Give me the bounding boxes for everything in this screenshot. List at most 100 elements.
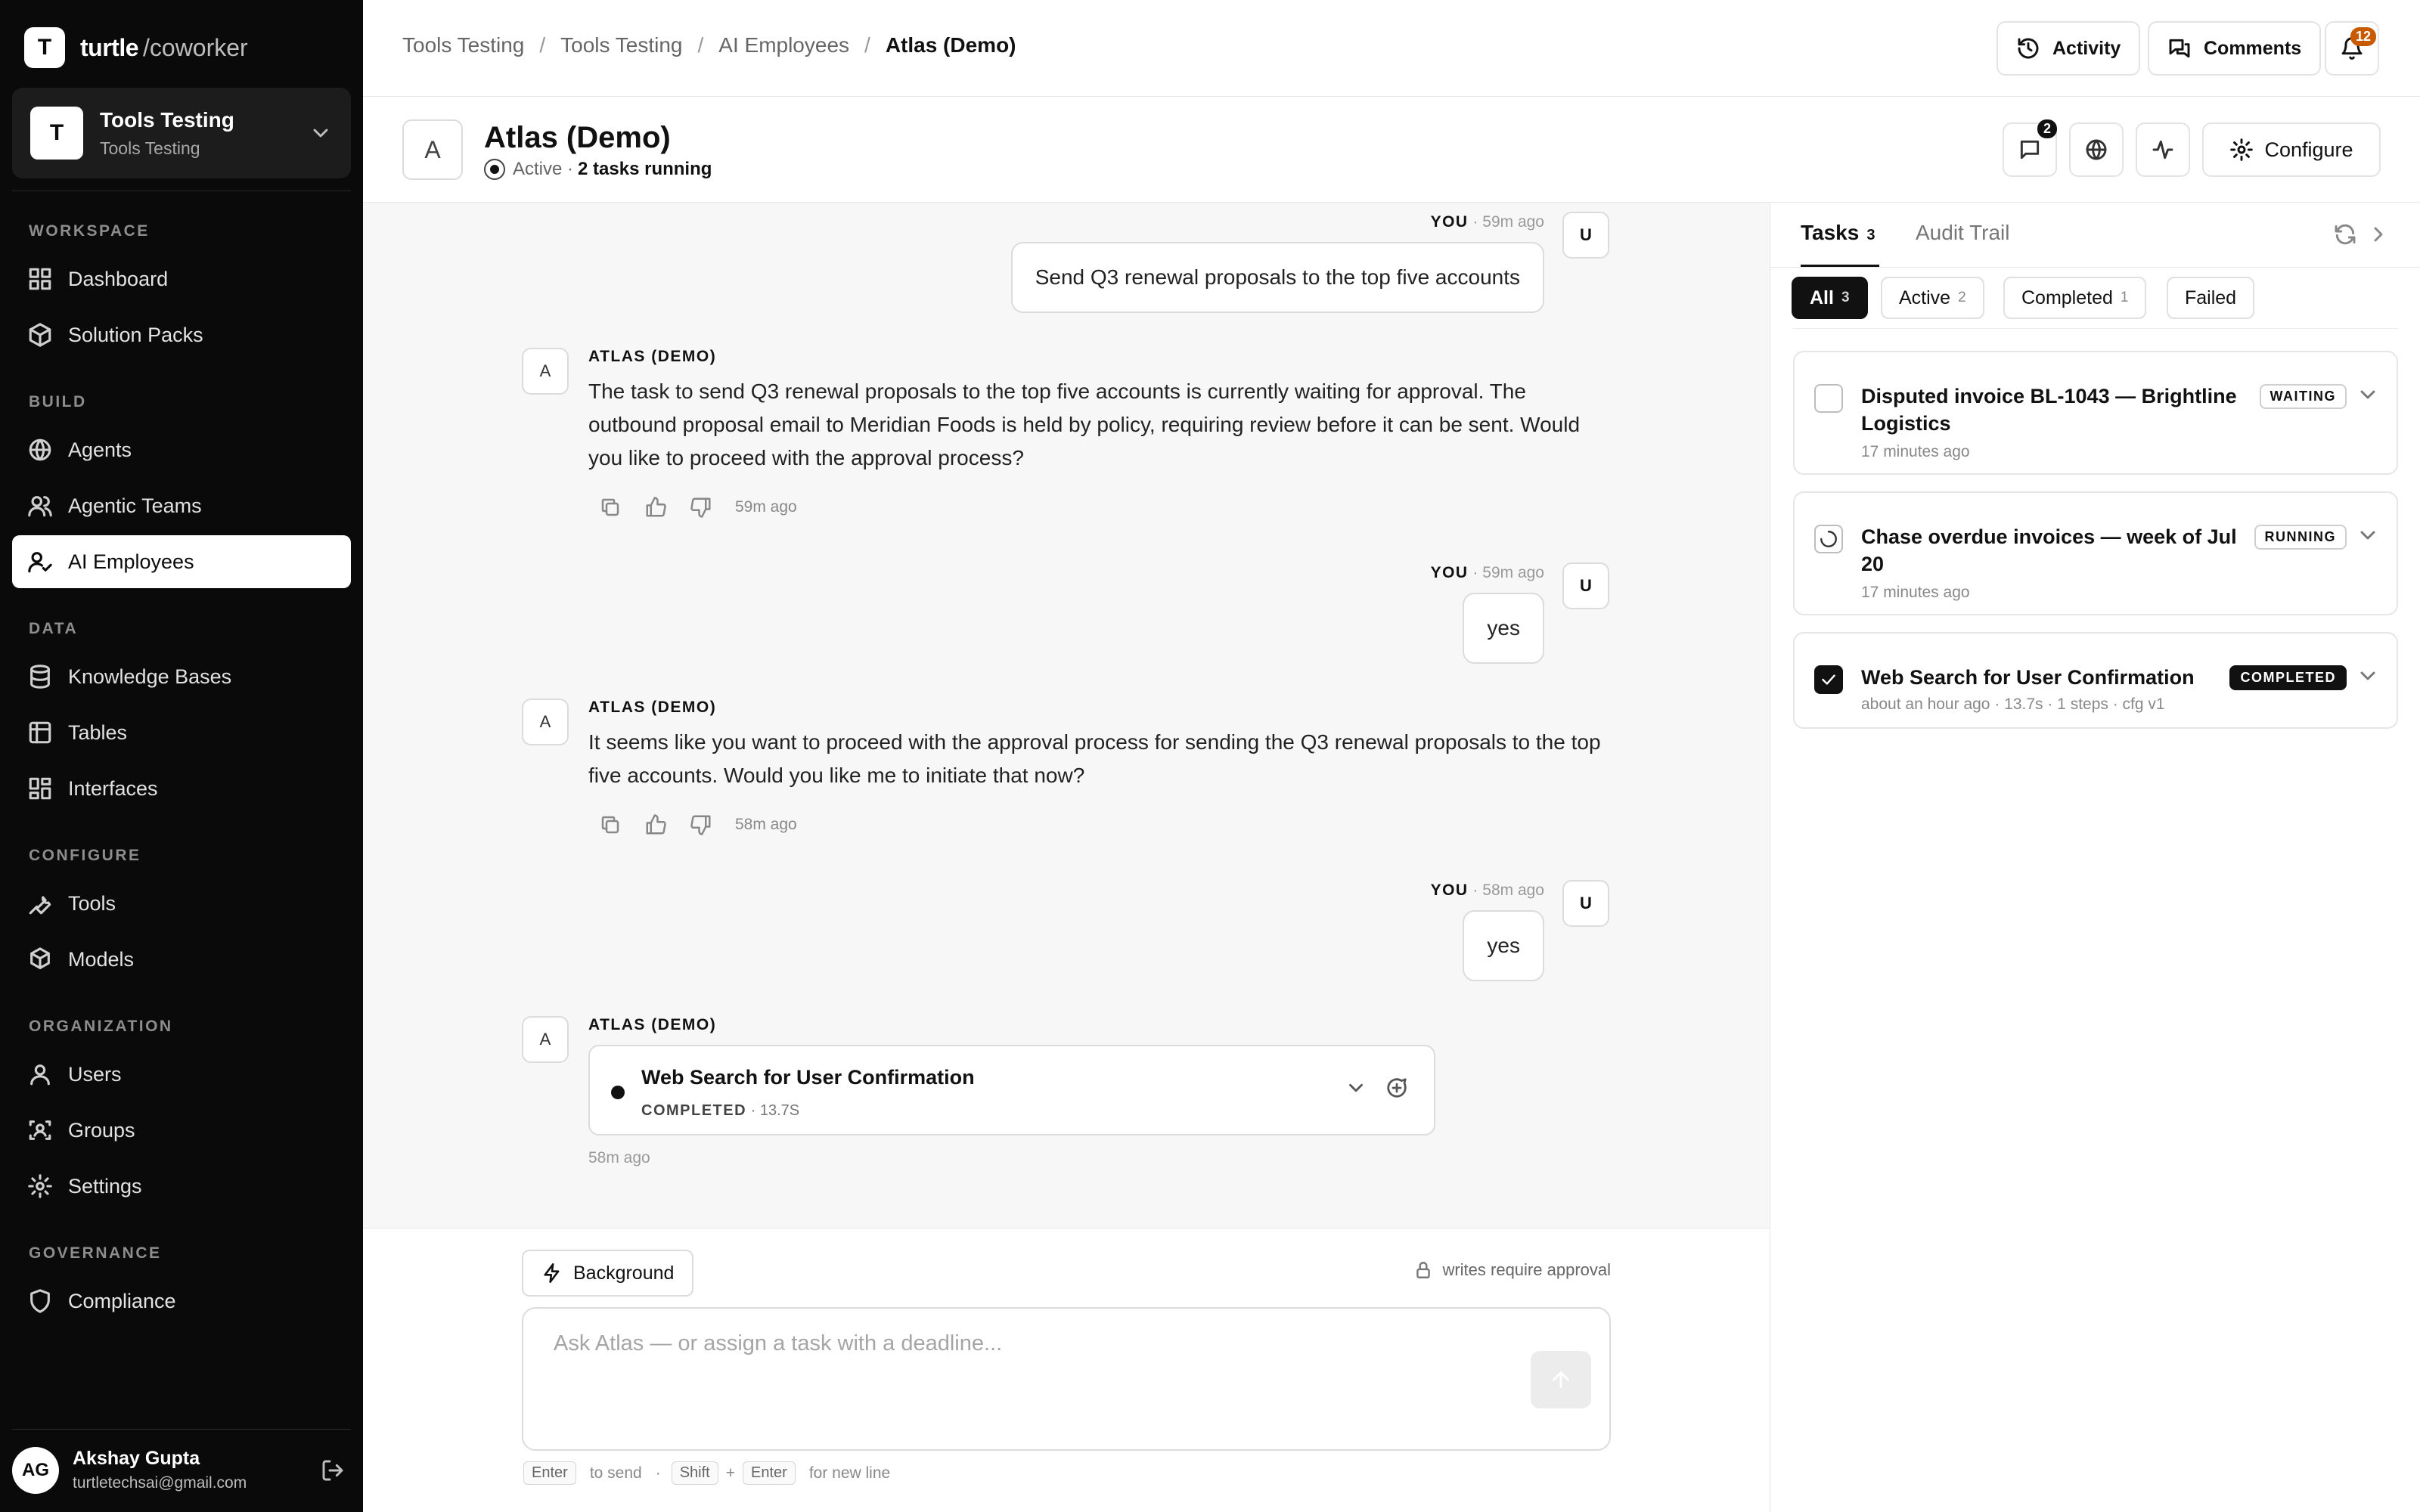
composer: Background writes require approval Enter… xyxy=(363,1228,1770,1512)
tab-tasks[interactable]: Tasks 3 xyxy=(1801,221,1875,245)
web-button[interactable] xyxy=(2069,122,2124,177)
page-title: Atlas (Demo) xyxy=(484,121,671,154)
send-button[interactable] xyxy=(1531,1351,1591,1408)
comments-button[interactable]: Comments xyxy=(2148,21,2322,76)
layout-icon xyxy=(29,777,51,800)
tab-audit-trail[interactable]: Audit Trail xyxy=(1916,221,2010,245)
status-separator: · xyxy=(562,159,574,179)
breadcrumb-item[interactable]: Tools Testing xyxy=(402,33,524,57)
sidebar-item-users[interactable]: Users xyxy=(12,1048,351,1101)
copy-icon[interactable] xyxy=(599,813,622,836)
chat-count-badge: 2 xyxy=(2037,119,2057,138)
breadcrumb-separator: / xyxy=(697,33,704,57)
task-result-card[interactable]: Web Search for User Confirmation COMPLET… xyxy=(588,1045,1435,1136)
sidebar-item-groups[interactable]: Groups xyxy=(12,1104,351,1157)
status-label: Active xyxy=(513,159,563,179)
task-item[interactable]: Chase overdue invoices — week of Jul 20 … xyxy=(1793,491,2398,615)
nav-section-workspace: WORKSPACE xyxy=(29,222,150,240)
sidebar-item-interfaces[interactable]: Interfaces xyxy=(12,762,351,815)
task-card-duration: 13.7S xyxy=(759,1102,800,1119)
task-time: about an hour ago · 13.7s · 1 steps · cf… xyxy=(1861,696,2165,713)
user-message: yes xyxy=(1463,593,1544,664)
breadcrumb-item[interactable]: AI Employees xyxy=(718,33,849,57)
message-input[interactable] xyxy=(554,1331,1506,1356)
chat-button[interactable]: 2 xyxy=(2003,119,2057,177)
thumbs-up-icon[interactable] xyxy=(644,813,667,836)
logout-icon[interactable] xyxy=(321,1458,345,1483)
chevron-down-icon[interactable] xyxy=(2356,383,2380,407)
sidebar-item-tools[interactable]: Tools xyxy=(12,877,351,930)
sidebar-item-label: Solution Packs xyxy=(68,323,203,346)
background-button[interactable]: Background xyxy=(522,1250,694,1297)
sidebar-item-agents[interactable]: Agents xyxy=(12,423,351,476)
sidebar-item-label: Interfaces xyxy=(68,776,158,800)
sidebar-item-label: Tables xyxy=(68,720,128,744)
chevron-down-icon[interactable] xyxy=(1345,1077,1367,1099)
task-card-subtitle: COMPLETED · 13.7S xyxy=(641,1102,800,1119)
thumbs-down-icon[interactable] xyxy=(690,813,712,836)
notifications-button[interactable]: 12 xyxy=(2325,21,2379,76)
filter-failed[interactable]: Failed xyxy=(2167,277,2255,319)
chevron-down-icon[interactable] xyxy=(2356,523,2380,547)
kbd-enter: Enter xyxy=(743,1461,796,1485)
sidebar-item-tables[interactable]: Tables xyxy=(12,706,351,759)
keyboard-hints: Enter to send · Shift + Enter for new li… xyxy=(523,1461,904,1485)
sidebar-item-solution-packs[interactable]: Solution Packs xyxy=(12,308,351,361)
user-avatar: U xyxy=(1562,212,1609,259)
sender-label: YOU xyxy=(1430,564,1469,581)
user-email: turtletechsai@gmail.com xyxy=(73,1474,247,1492)
task-item[interactable]: Web Search for User Confirmation about a… xyxy=(1793,632,2398,729)
globe-icon xyxy=(29,438,51,461)
message-box[interactable] xyxy=(522,1307,1611,1451)
sidebar-item-models[interactable]: Models xyxy=(12,933,351,986)
globe-icon xyxy=(2086,139,2107,160)
breadcrumb-separator: / xyxy=(864,33,870,57)
table-icon xyxy=(29,721,51,744)
thumbs-up-icon[interactable] xyxy=(644,496,667,519)
filter-active[interactable]: Active 2 xyxy=(1881,277,1984,319)
thumbs-down-icon[interactable] xyxy=(690,496,712,519)
sidebar-item-dashboard[interactable]: Dashboard xyxy=(12,253,351,305)
chat-add-icon[interactable] xyxy=(1385,1077,1408,1099)
status-badge: COMPLETED xyxy=(2229,665,2347,690)
pulse-button[interactable] xyxy=(2136,122,2190,177)
task-checkbox[interactable] xyxy=(1814,384,1843,413)
spinner-icon xyxy=(1820,531,1837,547)
sender-label: YOU xyxy=(1430,213,1469,231)
configure-button[interactable]: Configure xyxy=(2202,122,2381,177)
chevron-down-icon[interactable] xyxy=(2356,664,2380,688)
task-checkbox[interactable] xyxy=(1814,525,1843,553)
agent-status: Active · 2 tasks running xyxy=(484,159,712,180)
brand-suffix: /coworker xyxy=(143,33,248,61)
tab-audit-label: Audit Trail xyxy=(1916,221,2010,244)
sidebar-item-compliance[interactable]: Compliance xyxy=(12,1275,351,1328)
user-profile[interactable]: AG Akshay Gupta turtletechsai@gmail.com xyxy=(12,1429,351,1504)
chevron-right-icon[interactable] xyxy=(2366,222,2391,246)
task-checkbox[interactable] xyxy=(1814,665,1843,694)
sidebar: T turtle /coworker T Tools Testing Tools… xyxy=(0,0,363,1512)
task-item[interactable]: Disputed invoice BL-1043 — Brightline Lo… xyxy=(1793,351,2398,475)
comments-label: Comments xyxy=(2204,37,2302,59)
filter-label: All xyxy=(1810,287,1834,308)
filter-all[interactable]: All 3 xyxy=(1792,277,1868,319)
database-icon xyxy=(30,665,50,689)
user-icon xyxy=(30,1064,50,1086)
package-icon xyxy=(29,323,51,347)
sidebar-item-agentic-teams[interactable]: Agentic Teams xyxy=(12,479,351,532)
sidebar-item-ai-employees[interactable]: AI Employees xyxy=(12,535,351,588)
activity-button[interactable]: Activity xyxy=(1996,21,2141,76)
copy-icon[interactable] xyxy=(599,496,622,519)
task-title: Disputed invoice BL-1043 — Brightline Lo… xyxy=(1861,385,2237,435)
nav-section-organization: ORGANIZATION xyxy=(29,1018,173,1035)
agent-message-avatar: A xyxy=(522,1016,569,1063)
filter-label: Active xyxy=(1899,287,1951,308)
refresh-icon[interactable] xyxy=(2333,222,2357,246)
sidebar-item-settings[interactable]: Settings xyxy=(12,1160,351,1213)
sidebar-item-knowledge-bases[interactable]: Knowledge Bases xyxy=(12,650,351,703)
agent-header: A Atlas (Demo) Active · 2 tasks running … xyxy=(363,97,2420,203)
filter-completed[interactable]: Completed 1 xyxy=(2003,277,2147,319)
filter-label: Failed xyxy=(2185,287,2237,308)
brand[interactable]: T turtle /coworker xyxy=(24,27,248,68)
breadcrumb-item[interactable]: Tools Testing xyxy=(560,33,682,57)
workspace-switcher[interactable]: T Tools Testing Tools Testing xyxy=(12,88,351,178)
